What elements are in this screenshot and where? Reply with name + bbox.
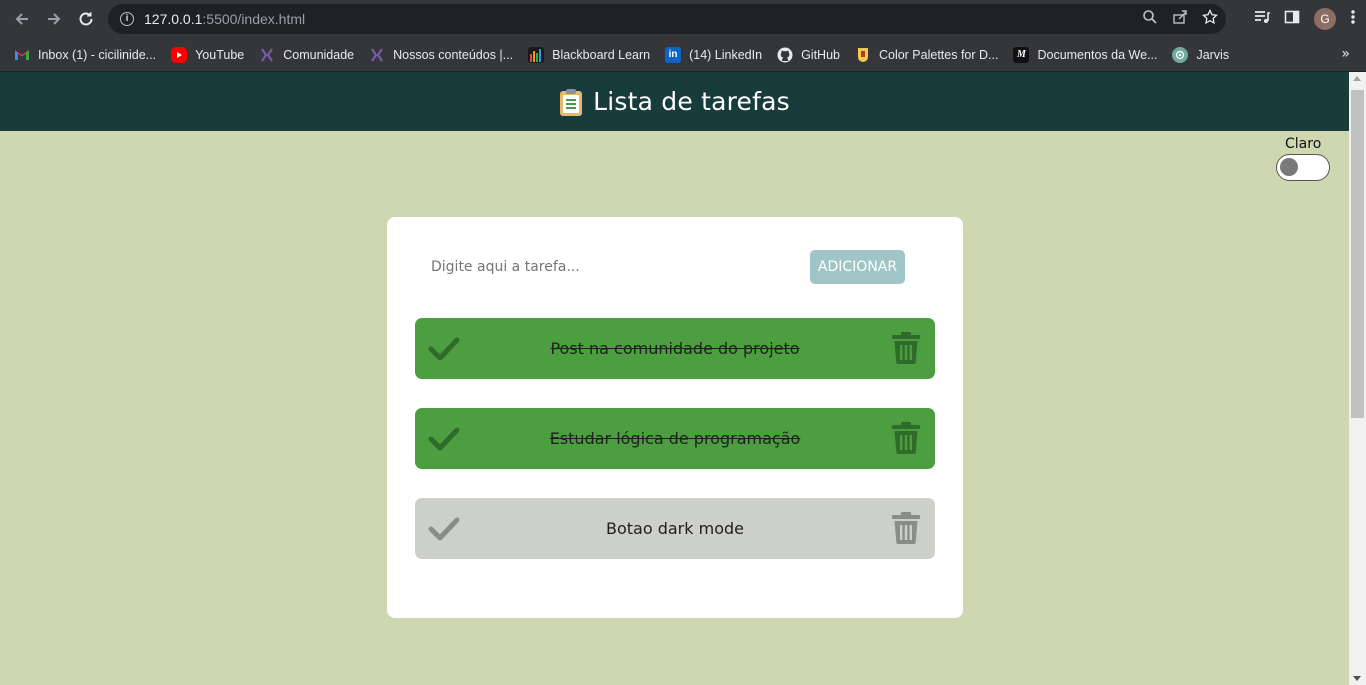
theme-label: Claro	[1285, 136, 1322, 152]
bookmark-blackboard[interactable]: Blackboard Learn	[528, 46, 650, 63]
vertical-scrollbar[interactable]	[1349, 72, 1366, 685]
trash-icon[interactable]	[892, 422, 920, 454]
side-panel-icon[interactable]	[1284, 9, 1300, 29]
task-item: Post na comunidade do projeto	[415, 318, 935, 379]
bookmarks-bar: Inbox (1) - cicilinide... YouTube Comuni…	[0, 38, 1366, 72]
site-info-icon[interactable]: i	[120, 12, 134, 26]
browser-toolbar: i 127.0.0.1:5500/index.html G	[0, 0, 1366, 38]
palette-icon	[855, 47, 871, 63]
linkedin-icon: in	[665, 46, 682, 63]
todo-card: ADICIONAR Post na comunidade do projeto …	[387, 217, 963, 618]
task-item: Botao dark mode	[415, 498, 935, 559]
trash-icon[interactable]	[892, 332, 920, 364]
bookmark-linkedin[interactable]: in (14) LinkedIn	[665, 46, 762, 63]
browser-menu-icon[interactable]	[1350, 9, 1356, 29]
check-icon[interactable]	[428, 512, 460, 544]
back-arrow-icon[interactable]	[6, 3, 38, 35]
clipboard-icon	[559, 88, 583, 116]
blackboard-icon	[528, 46, 545, 63]
openai-icon	[1172, 46, 1189, 63]
reload-icon[interactable]	[70, 3, 102, 35]
share-icon[interactable]	[1172, 9, 1188, 29]
github-icon	[777, 47, 793, 63]
community-icon	[369, 47, 385, 63]
task-text: Post na comunidade do projeto	[550, 339, 800, 358]
trash-icon[interactable]	[892, 512, 920, 544]
bookmark-mdn-docs[interactable]: M Documentos da We...	[1013, 46, 1157, 63]
task-input[interactable]	[431, 255, 771, 279]
forward-arrow-icon[interactable]	[38, 3, 70, 35]
scroll-up-arrow-icon[interactable]	[1353, 76, 1361, 81]
page-title: Lista de tarefas	[559, 87, 790, 116]
check-icon[interactable]	[428, 422, 460, 454]
app-header: Lista de tarefas	[0, 72, 1349, 131]
mdn-icon: M	[1013, 46, 1030, 63]
scroll-thumb[interactable]	[1351, 90, 1364, 418]
bookmark-star-icon[interactable]	[1202, 8, 1218, 29]
dark-mode-toggle[interactable]	[1276, 154, 1330, 181]
task-text: Estudar lógica de programação	[549, 429, 801, 448]
gmail-icon	[14, 47, 30, 63]
bookmark-color-palettes[interactable]: Color Palettes for D...	[855, 47, 998, 63]
zoom-icon[interactable]	[1142, 9, 1158, 29]
page-title-text: Lista de tarefas	[593, 87, 790, 116]
address-bar[interactable]: i 127.0.0.1:5500/index.html	[108, 4, 1226, 34]
task-item: Estudar lógica de programação	[415, 408, 935, 469]
bookmark-github[interactable]: GitHub	[777, 47, 840, 63]
scroll-down-arrow-icon[interactable]	[1353, 676, 1361, 681]
check-icon[interactable]	[428, 332, 460, 364]
profile-avatar[interactable]: G	[1314, 8, 1336, 30]
bookmark-youtube[interactable]: YouTube	[171, 46, 244, 63]
bookmark-gmail[interactable]: Inbox (1) - cicilinide...	[14, 47, 156, 63]
page-viewport: Lista de tarefas Claro ADICIONAR Post na…	[0, 72, 1366, 685]
youtube-icon	[171, 46, 188, 63]
toggle-knob	[1280, 158, 1298, 176]
media-queue-icon[interactable]	[1254, 9, 1270, 29]
community-icon	[259, 47, 275, 63]
bookmark-nossos-conteudos[interactable]: Nossos conteúdos |...	[369, 47, 513, 63]
add-task-button[interactable]: ADICIONAR	[810, 250, 905, 284]
bookmark-comunidade[interactable]: Comunidade	[259, 47, 354, 63]
more-bookmarks-icon[interactable]: »	[1341, 46, 1350, 62]
bookmark-jarvis[interactable]: Jarvis	[1172, 46, 1229, 63]
task-text: Botao dark mode	[606, 519, 744, 538]
url-text[interactable]: 127.0.0.1:5500/index.html	[144, 11, 305, 27]
